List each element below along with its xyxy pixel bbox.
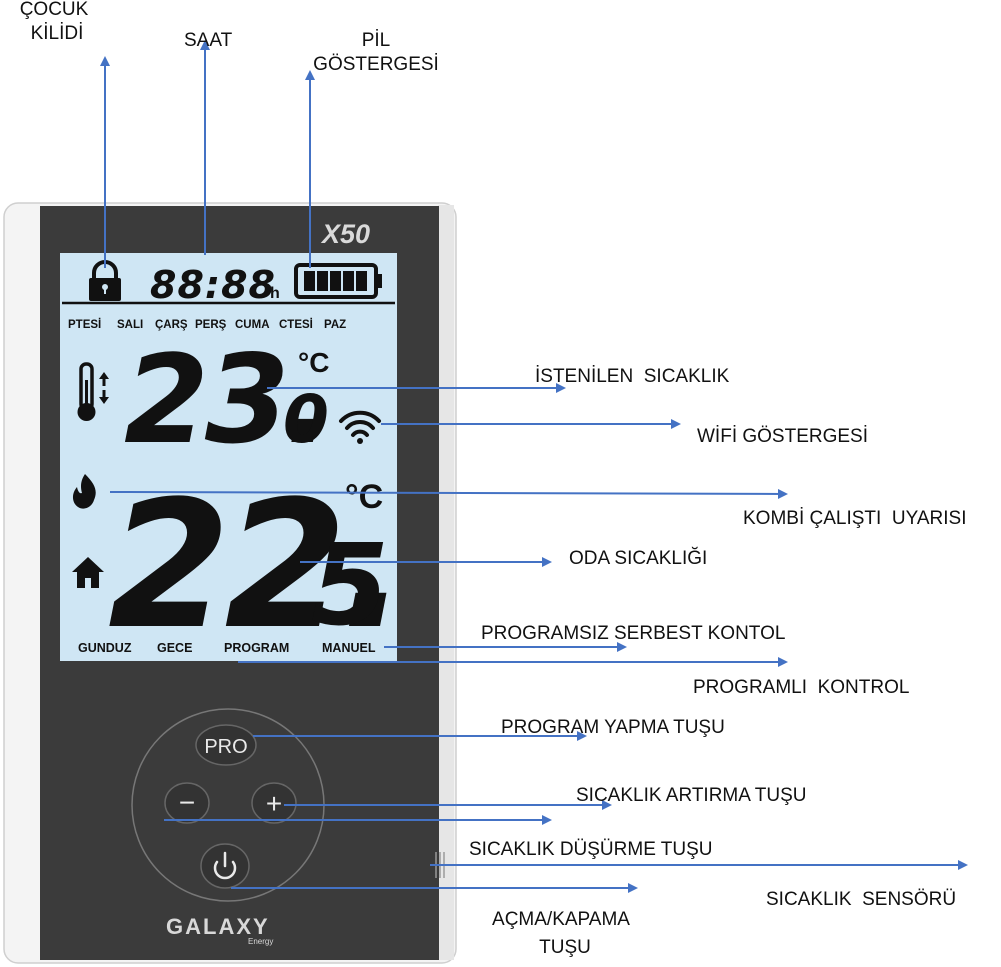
label-acma-kapama-2: TUŞU (539, 937, 591, 958)
label-program-yapma: PROGRAM YAPMA TUŞU (501, 717, 725, 738)
callout-arrows (100, 40, 968, 893)
label-cocuk-kilidi-2: KİLİDİ (30, 23, 84, 44)
label-sicaklik-sensoru: SICAKLIK SENSÖRÜ (766, 889, 957, 910)
label-sicaklik-artirma: SICAKLIK ARTIRMA TUŞU (576, 785, 807, 806)
label-acma-kapama-1: AÇMA/KAPAMA (492, 909, 630, 930)
label-programsiz-serbest: PROGRAMSIZ SERBEST KONTOL (481, 623, 786, 644)
label-pil-2: GÖSTERGESİ (313, 54, 439, 75)
label-istenilen-sicaklik: İSTENİLEN SICAKLIK (535, 366, 730, 387)
label-pil-1: PİL (361, 30, 391, 51)
label-saat: SAAT (184, 30, 233, 51)
label-programli-kontrol: PROGRAMLI KONTROL (693, 677, 910, 698)
label-oda-sicakligi: ODA SICAKLIĞI (569, 548, 708, 569)
label-wifi-gostergesi: WİFİ GÖSTERGESİ (697, 426, 869, 447)
label-sicaklik-dusurme: SICAKLIK DÜŞÜRME TUŞU (469, 839, 713, 860)
label-cocuk-kilidi-1: ÇOCUK (19, 0, 89, 20)
arrow-kombi (109, 488, 788, 499)
label-kombi-calisti: KOMBİ ÇALIŞTI UYARISI (743, 508, 967, 529)
